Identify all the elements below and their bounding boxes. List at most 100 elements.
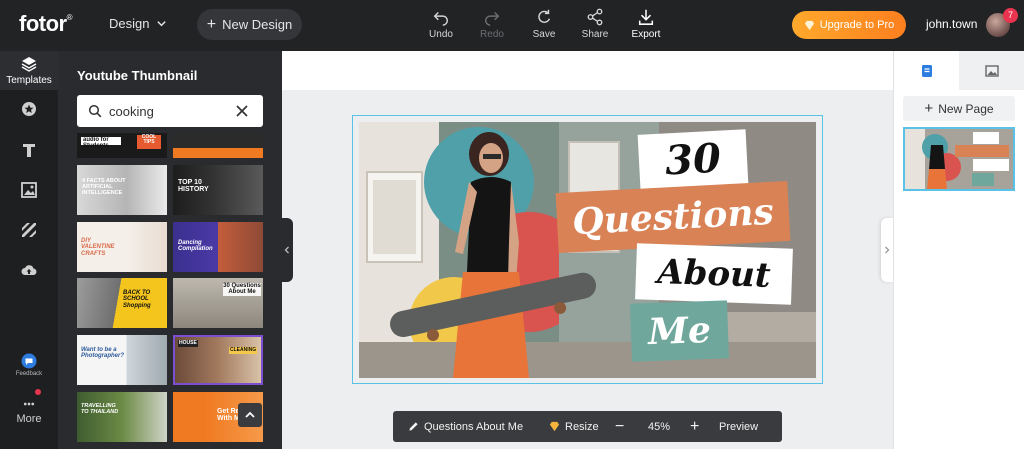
design-name-label: Questions About Me [424,420,524,433]
template-thumbnail[interactable]: Dancing Compilation [173,222,263,272]
template-search-box [77,95,263,127]
clear-search-icon[interactable] [236,105,248,117]
more-dots-icon [23,402,35,406]
canvas-title-line-4[interactable]: Me [630,300,729,362]
template-thumbnail-text: HOUSE [178,340,198,348]
tab-images[interactable] [959,51,1024,90]
upgrade-to-pro-button[interactable]: Upgrade to Pro [792,11,906,39]
save-icon [538,9,551,23]
template-thumbnail-text: DIY VALENTINE CRAFTS [81,238,115,257]
star-icon [22,102,36,116]
share-label: Share [581,29,609,40]
canvas-title-line-3[interactable]: About [635,243,793,305]
new-page-button[interactable]: + New Page [903,96,1015,121]
more-alert-dot [35,389,41,395]
diamond-icon [804,20,814,30]
new-design-button[interactable]: + New Design [197,9,302,40]
image-icon [21,182,37,198]
panel-title: Youtube Thumbnail [77,68,198,83]
export-label: Export [631,29,661,40]
design-menu-button[interactable]: Design [109,16,167,31]
notification-badge[interactable]: 7 [1003,8,1018,23]
rail-templates[interactable]: Templates [0,51,58,90]
canvas-top-strip [282,51,893,90]
scroll-to-top-button[interactable] [238,403,262,427]
plus-icon: + [924,100,934,117]
template-thumbnail-badge: CLEANING [229,347,258,355]
template-thumbnail[interactable]: TRAVELLING TO THAILAND [77,392,167,442]
template-thumbnail-badge: COOL TIPS [137,134,161,149]
undo-button[interactable]: Undo [421,8,461,40]
search-icon [88,104,102,118]
layers-icon [21,57,37,72]
zoom-level[interactable]: 45% [648,411,670,442]
share-button[interactable]: Share [575,8,615,40]
template-thumbnail[interactable]: Want to be a Photographer? [77,335,167,385]
plus-icon: + [206,15,217,33]
design-canvas[interactable]: 30 Questions About Me [359,122,816,378]
template-search-input[interactable] [109,101,229,121]
preview-button[interactable]: Preview [719,411,758,442]
export-button[interactable]: Export [626,8,666,40]
new-design-label: New Design [222,17,293,32]
templates-panel: Youtube Thumbnail audio for Students COO… [58,51,282,449]
chevron-up-icon [245,411,255,418]
template-thumbnail[interactable]: TOP 10 HISTORY [173,165,263,215]
page-thumbnail-1[interactable] [903,127,1015,191]
pages-icon [921,64,932,77]
redo-button[interactable]: Redo [472,8,512,40]
fotor-logo[interactable]: fotor® [19,11,73,37]
template-thumbnail-text: Dancing Compilation [178,240,213,253]
template-thumbnail-text: TOP 10 HISTORY [178,179,209,194]
undo-label: Undo [429,29,453,40]
image-icon [985,64,999,77]
rail-templates-label: Templates [6,75,52,86]
rail-backgrounds[interactable] [0,222,58,238]
collapse-left-panel-handle[interactable] [281,218,293,282]
template-thumbnail-text: BACK TO SCHOOL Shopping [123,290,151,309]
template-thumbnail-text: 30 Questions About Me [223,283,261,296]
pencil-icon [409,422,418,431]
save-button[interactable]: Save [524,8,564,40]
template-thumbnail-text: Want to be a Photographer? [81,347,124,360]
rail-uploads[interactable] [0,262,58,278]
rename-design-button[interactable]: Questions About Me [408,411,523,442]
share-icon [587,8,603,26]
zoom-in-button[interactable]: + [690,411,699,442]
page-thumbnail-preview [905,129,1013,189]
rail-photos[interactable] [0,182,58,198]
feedback-label: Feedback [15,371,43,377]
bottom-toolbar: Questions About Me Resize − 45% + Previe… [393,411,782,442]
design-menu-label: Design [109,16,150,31]
template-thumbnail[interactable]: HOUSE CLEANING [173,335,263,385]
collapse-right-panel-handle[interactable] [881,218,893,282]
pattern-icon [22,223,36,237]
feedback-button[interactable]: Feedback [0,353,58,377]
undo-icon [433,11,449,26]
username[interactable]: john.town [926,17,977,31]
more-label: More [16,413,42,425]
template-thumbnail[interactable]: BACK TO SCHOOL Shopping [77,278,167,328]
more-button[interactable]: More [0,398,58,425]
rail-elements[interactable] [0,101,58,117]
canvas-title-line-2[interactable]: Questions [555,180,791,254]
template-thumbnail[interactable]: 30 Questions About Me [173,278,263,328]
redo-icon [484,11,500,26]
rail-text[interactable] [0,142,58,158]
template-thumbnail[interactable] [173,133,263,158]
template-thumbnail-text: TRAVELLING TO THAILAND [81,403,119,415]
tab-pages[interactable] [894,51,959,90]
resize-button[interactable]: Resize [549,411,599,442]
canvas-title-line-1[interactable]: 30 [637,129,749,190]
chevron-down-icon [157,21,167,27]
template-thumbnail[interactable]: DIY VALENTINE CRAFTS [77,222,167,272]
resize-label: Resize [565,420,599,433]
template-thumbnail[interactable]: 4 FACTS ABOUT ARTIFICIAL INTELLIGENCE [77,165,167,215]
text-icon [23,144,35,157]
new-page-label: New Page [938,101,994,116]
diamond-icon [549,421,560,432]
template-thumbnail[interactable]: audio for Students COOL TIPS [77,133,167,158]
top-bar: fotor® Design + New Design Undo Redo Sav… [0,0,1024,51]
zoom-out-button[interactable]: − [615,411,624,442]
upgrade-label: Upgrade to Pro [819,19,895,31]
